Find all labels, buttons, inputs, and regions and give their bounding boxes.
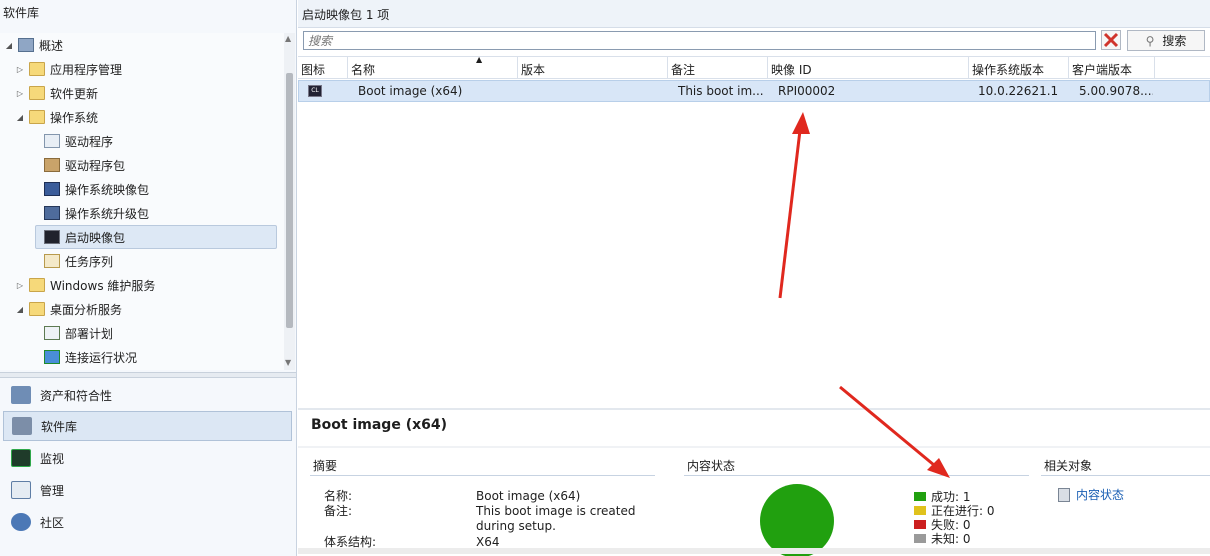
red-arrow-annotation	[839, 385, 950, 478]
console-window: 软件库 ◢ 概述 ▷ 应用程序管理 ▷ 软件更新 ◢ 操作系统 驱动程序 驱动程…	[0, 0, 1210, 556]
red-arrow-annotation	[778, 112, 810, 299]
annotation-arrows	[778, 112, 950, 478]
